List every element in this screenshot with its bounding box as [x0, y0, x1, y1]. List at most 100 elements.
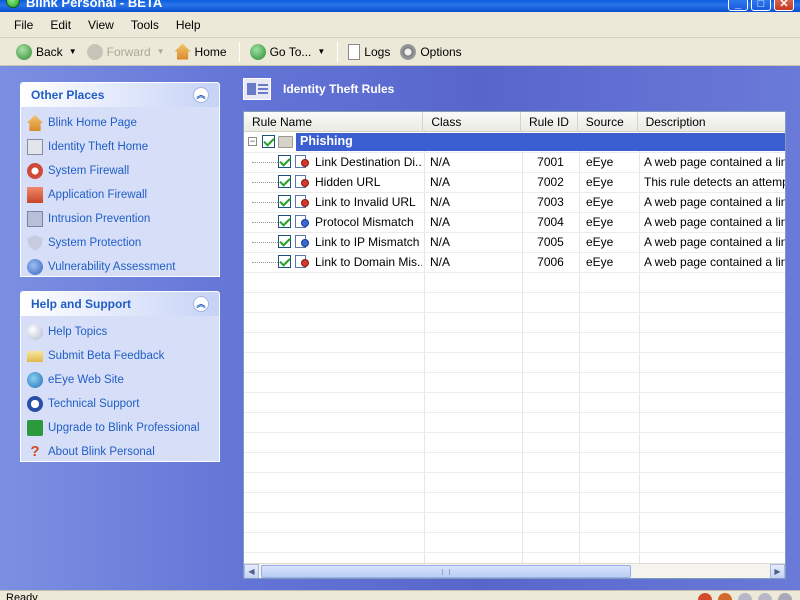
goto-button[interactable]: Go To... ▼	[246, 41, 330, 63]
rule-name: Link Destination Di...	[315, 155, 422, 169]
sidebar-item-system-firewall[interactable]: System Firewall	[27, 159, 219, 183]
menu-help[interactable]: Help	[176, 18, 201, 32]
group-row-phishing[interactable]: − Phishing	[244, 132, 785, 152]
group-checkbox[interactable]	[262, 135, 275, 148]
collapse-icon[interactable]: ︽	[193, 296, 209, 312]
collapse-toggle-icon[interactable]: −	[248, 137, 257, 146]
logs-button[interactable]: Logs	[344, 41, 394, 63]
rule-name: Link to Domain Mis...	[315, 255, 422, 269]
pane-title: Other Places	[31, 88, 105, 102]
options-button[interactable]: Options	[396, 41, 465, 63]
sidebar-item-blink-home[interactable]: Blink Home Page	[27, 111, 219, 135]
rule-id: 7001	[537, 155, 564, 169]
column-rule-name[interactable]: Rule Name	[244, 112, 424, 132]
rule-name: Link to Invalid URL	[315, 195, 416, 209]
sidebar-item-application-firewall[interactable]: Application Firewall	[27, 183, 219, 207]
home-button[interactable]: Home	[171, 41, 231, 63]
sidebar-item-label: eEye Web Site	[48, 374, 124, 386]
collapse-icon[interactable]: ︽	[193, 87, 209, 103]
shield-icon	[27, 235, 43, 251]
chevron-down-icon[interactable]: ▼	[317, 47, 325, 56]
intrusion-icon	[27, 211, 43, 227]
sidebar-item-submit-feedback[interactable]: Submit Beta Feedback	[27, 344, 219, 368]
sidebar-item-label: System Firewall	[48, 165, 130, 177]
sidebar-item-eeye-website[interactable]: eEye Web Site	[27, 368, 219, 392]
page-title: Identity Theft Rules	[283, 82, 395, 96]
column-description[interactable]: Description	[638, 112, 785, 132]
menu-tools[interactable]: Tools	[131, 18, 159, 32]
chevron-down-icon[interactable]: ▼	[157, 47, 165, 56]
rule-icon	[294, 174, 310, 190]
horizontal-scrollbar[interactable]: ◀ ▶	[244, 563, 785, 578]
status-network-icon[interactable]	[778, 593, 792, 600]
window-title: Blink Personal - BETA	[26, 0, 163, 10]
status-update-icon[interactable]	[758, 593, 772, 600]
status-firewall-icon[interactable]	[698, 593, 712, 600]
column-class[interactable]: Class	[423, 112, 521, 132]
rule-checkbox[interactable]	[278, 215, 291, 228]
envelope-icon	[27, 350, 43, 362]
table-row[interactable]: Protocol Mismatch N/A 7004 eEye A web pa…	[244, 212, 785, 232]
sidebar-item-label: Intrusion Prevention	[48, 213, 151, 225]
chevron-down-icon[interactable]: ▼	[69, 47, 77, 56]
gear-icon	[400, 43, 417, 60]
menu-view[interactable]: View	[88, 18, 114, 32]
menu-file[interactable]: File	[14, 18, 33, 32]
rule-checkbox[interactable]	[278, 235, 291, 248]
rule-checkbox[interactable]	[278, 155, 291, 168]
status-monitor-icon[interactable]	[738, 593, 752, 600]
rule-checkbox[interactable]	[278, 195, 291, 208]
sidebar-item-identity-theft[interactable]: Identity Theft Home	[27, 135, 219, 159]
sidebar-item-vulnerability[interactable]: Vulnerability Assessment	[27, 255, 219, 279]
rule-name: Protocol Mismatch	[315, 215, 414, 229]
sidebar-item-technical-support[interactable]: Technical Support	[27, 392, 219, 416]
toolbar-separator	[238, 41, 240, 62]
back-button[interactable]: Back ▼	[12, 41, 81, 63]
table-row[interactable]: Link to IP Mismatch N/A 7005 eEye A web …	[244, 232, 785, 252]
menu-edit[interactable]: Edit	[50, 18, 71, 32]
table-row[interactable]: Link to Invalid URL N/A 7003 eEye A web …	[244, 192, 785, 212]
scroll-right-icon[interactable]: ▶	[770, 564, 785, 578]
sidebar-item-label: Help Topics	[48, 326, 108, 338]
forward-arrow-icon	[86, 43, 103, 60]
help-support-header[interactable]: Help and Support ︽	[21, 292, 219, 316]
forward-button[interactable]: Forward ▼	[83, 41, 169, 63]
group-name: Phishing	[300, 134, 353, 148]
sidebar-item-help-topics[interactable]: Help Topics	[27, 320, 219, 344]
table-row[interactable]: Hidden URL N/A 7002 eEye This rule detec…	[244, 172, 785, 192]
status-protection-icon[interactable]	[718, 593, 732, 600]
rule-id: 7006	[537, 255, 564, 269]
close-button[interactable]: ✕	[774, 0, 794, 11]
sidebar-item-label: System Protection	[48, 237, 142, 249]
arrow-right-icon	[27, 420, 43, 436]
rule-class: N/A	[430, 195, 451, 209]
rules-grid[interactable]: Rule Name Class Rule ID Source Descripti…	[243, 111, 786, 579]
scroll-left-icon[interactable]: ◀	[244, 564, 259, 578]
rule-class: N/A	[430, 155, 451, 169]
toolbar: Back ▼ Forward ▼ Home Go To... ▼ Logs Op…	[0, 38, 800, 66]
logs-icon	[348, 43, 361, 60]
sidebar-item-upgrade[interactable]: Upgrade to Blink Professional	[27, 416, 219, 440]
table-row[interactable]: Link Destination Di... N/A 7001 eEye A w…	[244, 152, 786, 172]
sidebar-item-label: Blink Home Page	[48, 117, 137, 129]
sidebar-item-label: Upgrade to Blink Professional	[48, 422, 200, 434]
sidebar-item-intrusion-prevention[interactable]: Intrusion Prevention	[27, 207, 219, 231]
column-source[interactable]: Source	[578, 112, 638, 132]
table-row[interactable]: Link to Domain Mis... N/A 7006 eEye A we…	[244, 252, 785, 272]
sidebar-item-system-protection[interactable]: System Protection	[27, 231, 219, 255]
sidebar-item-about[interactable]: ? About Blink Personal	[27, 440, 219, 464]
rule-description: A web page contained a link t	[644, 155, 786, 169]
goto-icon	[249, 43, 266, 60]
column-rule-id[interactable]: Rule ID	[521, 112, 578, 132]
scroll-thumb[interactable]	[261, 565, 631, 578]
minimize-button[interactable]: _	[728, 0, 748, 11]
other-places-header[interactable]: Other Places ︽	[21, 83, 219, 107]
rule-checkbox[interactable]	[278, 255, 291, 268]
id-card-icon	[27, 139, 43, 155]
rule-id: 7005	[537, 235, 564, 249]
maximize-button[interactable]: □	[751, 0, 771, 11]
back-arrow-icon	[16, 43, 32, 60]
rule-checkbox[interactable]	[278, 175, 291, 188]
back-label: Back	[36, 44, 63, 59]
sidebar-item-label: Identity Theft Home	[48, 141, 149, 153]
